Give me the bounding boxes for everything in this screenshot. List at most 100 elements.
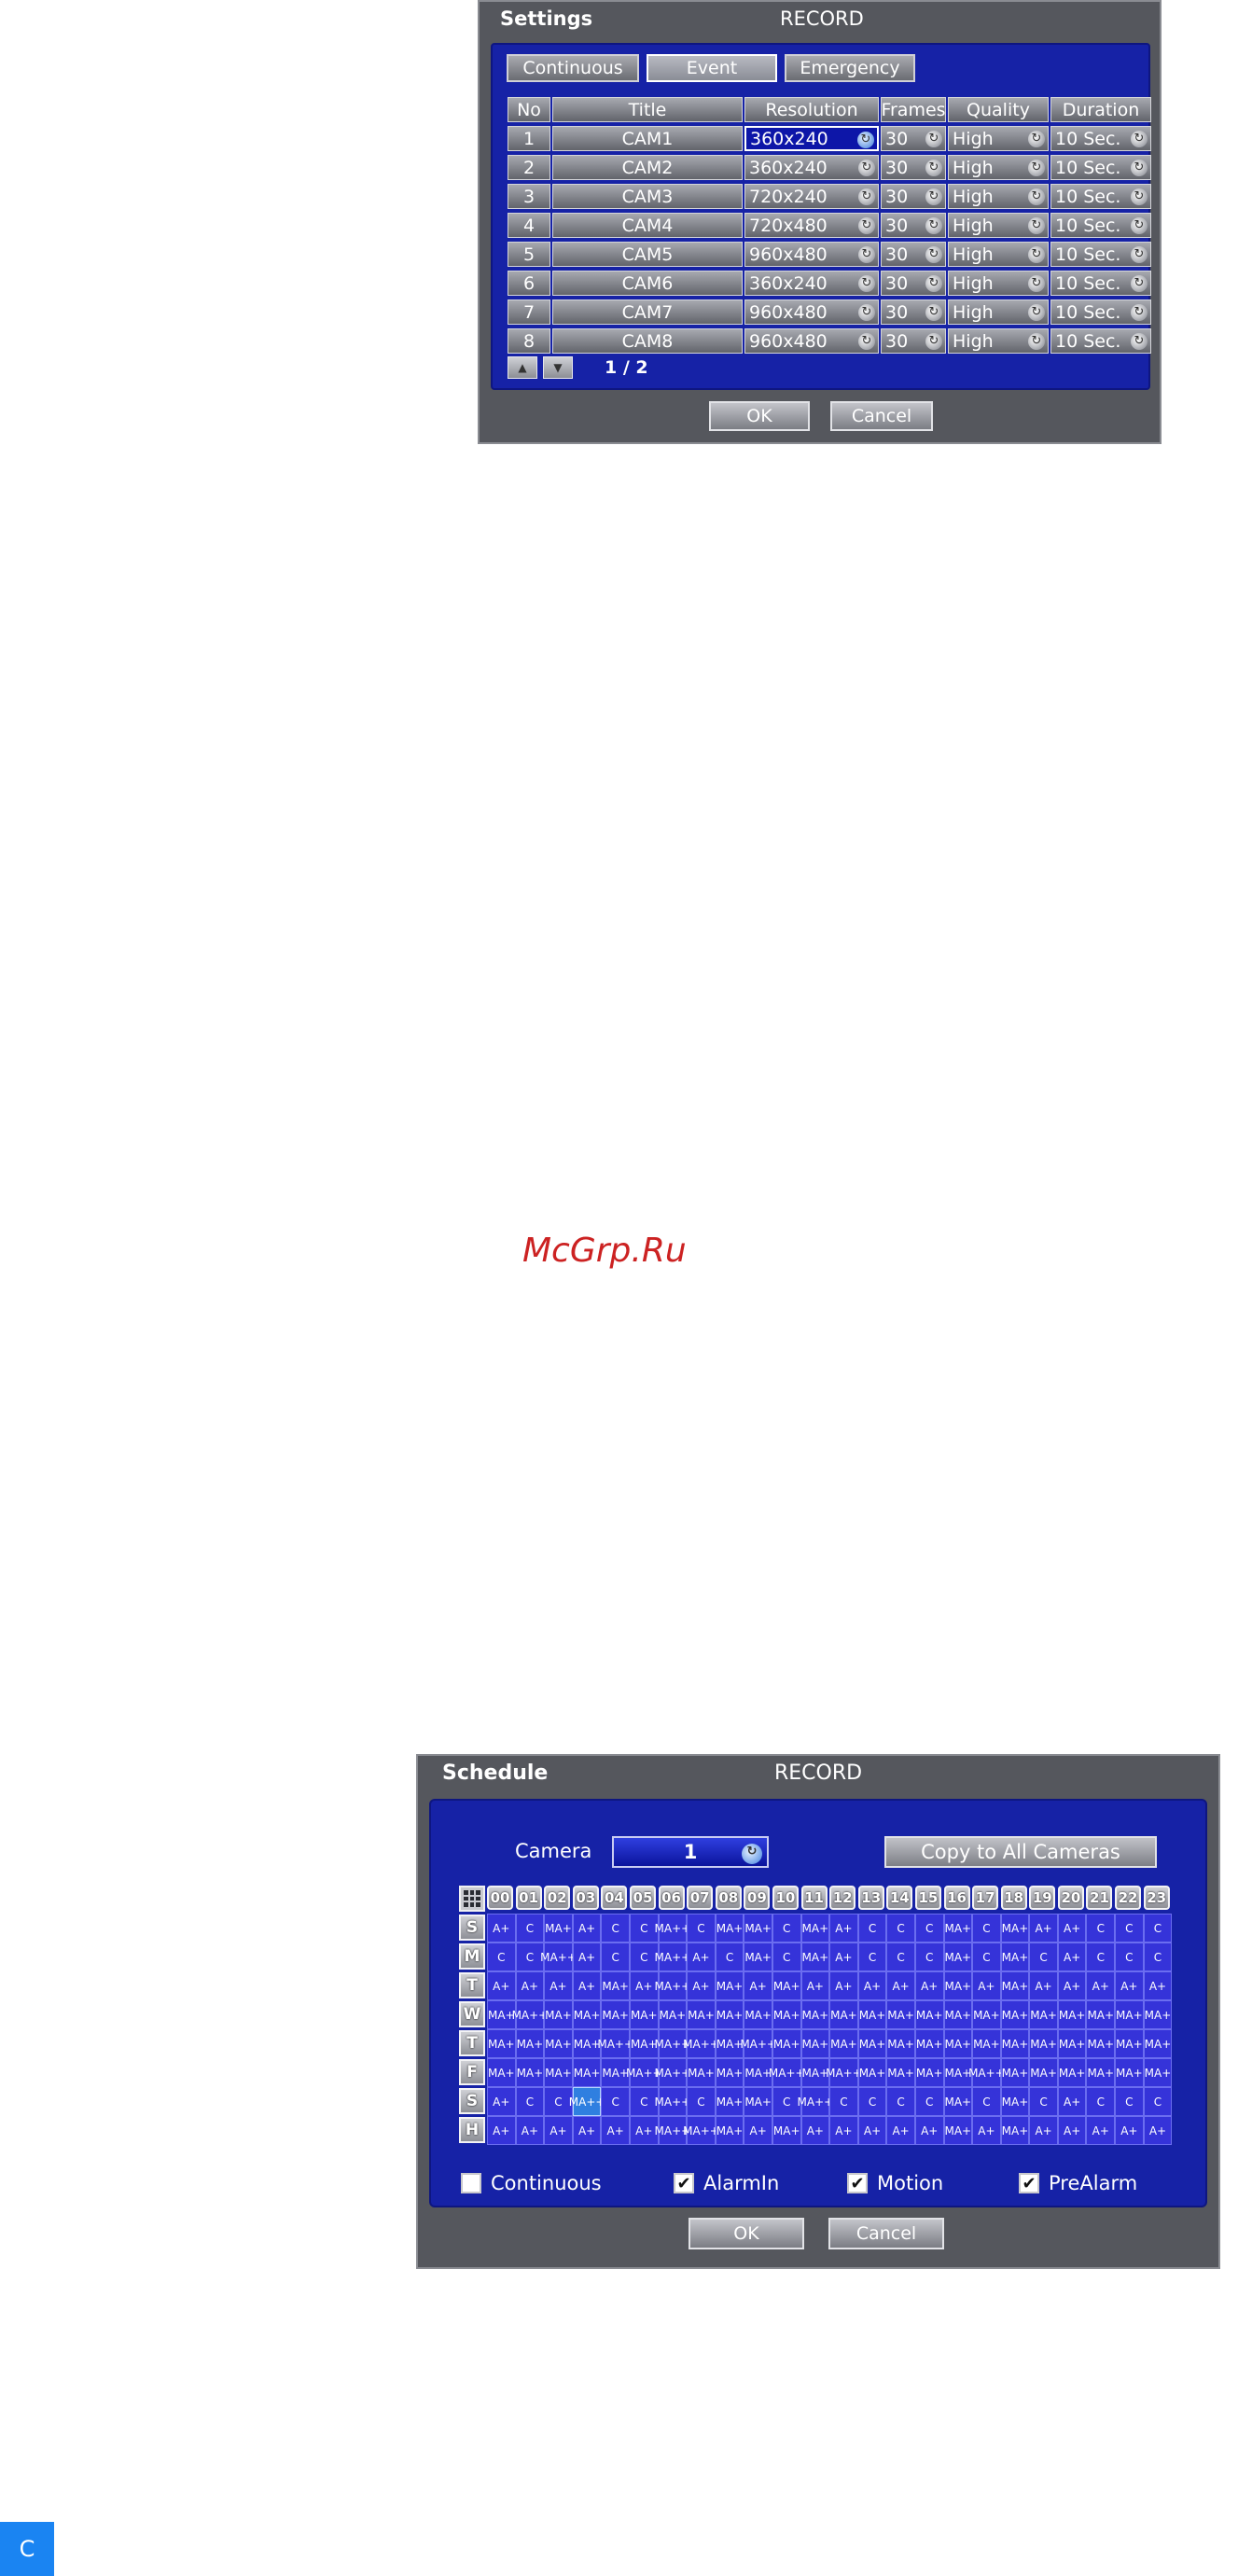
schedule-cell[interactable]: A+ [744,1971,772,2000]
cell-duration[interactable]: 10 Sec. ↻ [1050,155,1151,180]
schedule-cell[interactable]: MA+ [1086,2058,1116,2087]
schedule-cell[interactable]: MA+ [857,2029,887,2058]
schedule-cell[interactable]: MA+ [1143,2000,1173,2029]
schedule-cell[interactable]: MA+ [886,2058,915,2087]
schedule-cell[interactable]: MA+ [629,2000,659,2029]
schedule-cell[interactable]: A+ [1029,2116,1058,2145]
page-up-button[interactable]: ▲ [508,356,537,379]
schedule-cell[interactable]: MA+ [1000,1942,1030,1971]
hour-header[interactable]: 05 [629,1886,656,1910]
schedule-cell[interactable]: MA++ [655,2058,690,2087]
schedule-cell[interactable]: A+ [744,2116,772,2145]
hour-header[interactable]: 04 [601,1886,628,1910]
schedule-cell[interactable]: MA+ [715,1914,744,1942]
schedule-cell[interactable]: C [886,1942,915,1971]
schedule-cell[interactable]: MA+ [487,2058,516,2087]
cell-frames[interactable]: 30 ↻ [881,126,946,151]
schedule-cell[interactable]: C [914,2087,944,2116]
schedule-cell[interactable]: A+ [515,1971,545,2000]
cell-duration[interactable]: 10 Sec. ↻ [1050,213,1151,238]
schedule-cell[interactable]: A+ [829,2116,858,2145]
schedule-cell[interactable]: C [1029,2087,1058,2116]
schedule-cell[interactable]: MA++ [655,1914,690,1942]
schedule-cell[interactable]: A+ [487,2116,516,2145]
schedule-cell[interactable]: MA+ [1029,2029,1058,2058]
schedule-cell[interactable]: A+ [1029,1971,1058,2000]
schedule-cell[interactable]: C [1143,1914,1173,1942]
schedule-cell[interactable]: MA+ [1029,2000,1058,2029]
hour-header[interactable]: 23 [1143,1886,1170,1910]
schedule-cell[interactable]: MA+ [943,1942,973,1971]
schedule-cell[interactable]: MA+ [829,2029,858,2058]
schedule-cell[interactable]: MA+ [1115,2000,1144,2029]
schedule-cell[interactable]: MA+ [943,2000,973,2029]
schedule-cell[interactable]: MA+ [715,2116,744,2145]
schedule-cell[interactable]: MA+ [715,2058,744,2087]
schedule-cell[interactable]: C [1115,2087,1144,2116]
schedule-cell[interactable]: MA+ [1000,1971,1030,2000]
cancel-button[interactable]: Cancel [830,401,933,431]
schedule-cell[interactable]: A+ [1115,2116,1144,2145]
schedule-cell[interactable]: MA+ [943,2087,973,2116]
checkbox-prealarm[interactable]: ✔ [1019,2173,1039,2193]
schedule-cell[interactable]: A+ [572,1942,602,1971]
schedule-cell[interactable]: C [515,2087,545,2116]
schedule-cell[interactable]: A+ [515,2116,545,2145]
cell-duration[interactable]: 10 Sec. ↻ [1050,242,1151,267]
cell-frames[interactable]: 30 ↻ [881,155,946,180]
cell-duration[interactable]: 10 Sec. ↻ [1050,299,1151,325]
schedule-cell[interactable]: MA++ [540,1942,577,1971]
schedule-cell[interactable]: C [972,1942,1001,1971]
hour-header[interactable]: 02 [544,1886,571,1910]
schedule-cell[interactable]: MA+ [829,2000,858,2029]
schedule-cell[interactable]: C [772,1914,801,1942]
schedule-cell[interactable]: MA++ [569,2087,605,2116]
schedule-cell[interactable]: C [515,1914,545,1942]
schedule-cell[interactable]: MA++ [740,2029,776,2058]
day-header[interactable]: W [459,2001,485,2027]
legend-prealarm[interactable]: ✔ PreAlarm [1019,2172,1137,2194]
schedule-cell[interactable]: MA+ [972,2000,1001,2029]
schedule-cell[interactable]: MA+ [857,2058,887,2087]
schedule-cell[interactable]: MA+ [914,2029,944,2058]
schedule-cell[interactable]: MA+ [687,2000,716,2029]
schedule-cell[interactable]: MA+ [744,1914,772,1942]
cell-resolution[interactable]: 360x240 ↻ [744,271,879,296]
schedule-cell[interactable]: A+ [1086,2116,1116,2145]
cell-resolution[interactable]: 360x240 ↻ [744,155,879,180]
legend-alarmin[interactable]: ✔ AlarmIn [674,2172,779,2194]
schedule-cell[interactable]: C [857,1914,887,1942]
schedule-cell[interactable]: MA+ [800,1942,830,1971]
hour-header[interactable]: 11 [800,1886,828,1910]
schedule-cell[interactable]: C [601,2087,630,2116]
schedule-cell[interactable]: MA+ [601,1971,630,2000]
schedule-cell[interactable]: C [829,2087,858,2116]
schedule-cell[interactable]: A+ [886,1971,915,2000]
cell-duration[interactable]: 10 Sec. ↻ [1050,184,1151,209]
cell-quality[interactable]: High ↻ [948,299,1049,325]
schedule-cell[interactable]: MA+ [943,1914,973,1942]
hour-header[interactable]: 12 [829,1886,856,1910]
schedule-cell[interactable]: MA+ [1115,2058,1144,2087]
schedule-cell[interactable]: C [687,1914,716,1942]
day-header[interactable]: H [459,2117,485,2143]
day-header[interactable]: F [459,2059,485,2085]
hour-header[interactable]: 06 [658,1886,685,1910]
schedule-cell[interactable]: A+ [829,1914,858,1942]
schedule-cell[interactable]: A+ [1029,1914,1058,1942]
schedule-cell[interactable]: C [715,1942,744,1971]
hour-header[interactable]: 16 [943,1886,970,1910]
schedule-cell[interactable]: C [1115,1942,1144,1971]
schedule-cell[interactable]: MA++ [655,1942,690,1971]
hour-header[interactable]: 20 [1057,1886,1084,1910]
schedule-cell[interactable]: MA+ [1115,2029,1144,2058]
day-header[interactable]: T [459,2030,485,2056]
schedule-cell[interactable]: MA+ [800,1914,830,1942]
schedule-cell[interactable]: MA+ [544,1914,573,1942]
cell-quality[interactable]: High ↻ [948,328,1049,354]
schedule-cell[interactable]: MA+ [1086,2029,1116,2058]
schedule-cell[interactable]: C [914,1914,944,1942]
schedule-cell[interactable]: MA+ [800,2029,830,2058]
copy-to-all-cameras-button[interactable]: Copy to All Cameras [884,1836,1157,1868]
day-header[interactable]: T [459,1972,485,1998]
